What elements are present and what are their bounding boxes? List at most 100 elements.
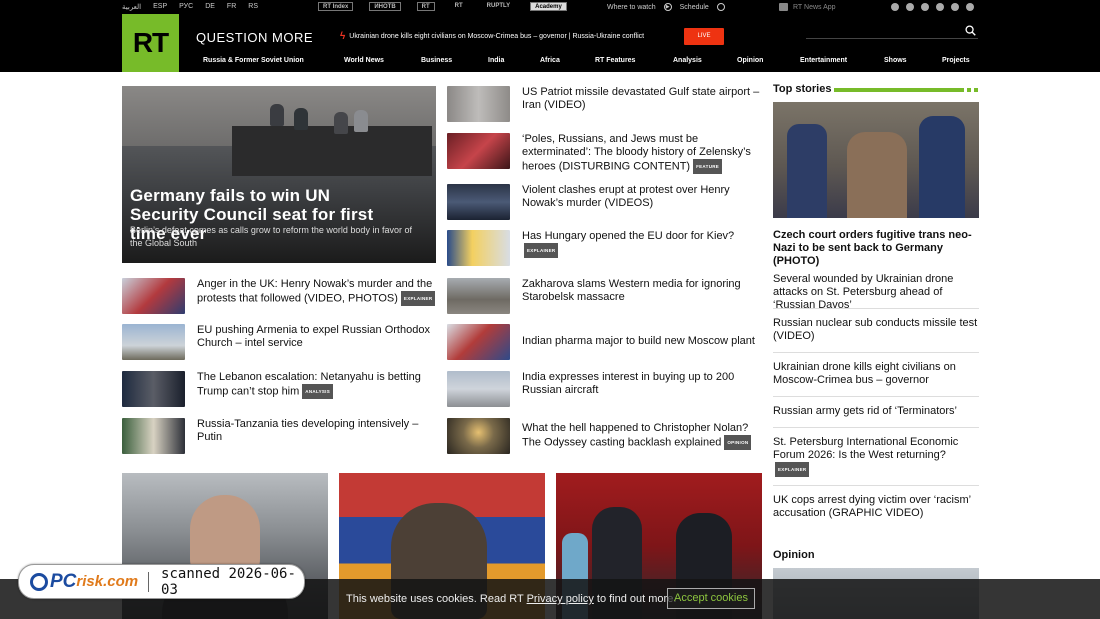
rt-logo[interactable]: RT	[122, 14, 179, 72]
brand-link[interactable]: RT	[416, 2, 435, 11]
list-item-title[interactable]: India expresses interest in buying up to…	[522, 371, 765, 407]
where-to-watch-link[interactable]: Where to watch	[607, 4, 656, 11]
brand-link[interactable]: RUPTLY	[483, 2, 514, 11]
list-item[interactable]: ‘Poles, Russians, and Jews must be exter…	[447, 133, 765, 174]
title-text[interactable]: Ukrainian drone kills eight civilians on…	[773, 361, 956, 386]
app-icon[interactable]	[779, 3, 788, 11]
title-text[interactable]: Zakharova slams Western media for ignori…	[522, 278, 741, 303]
list-item-title[interactable]: Indian pharma major to build new Moscow …	[522, 335, 755, 360]
ticker-text[interactable]: Ukrainian drone kills eight civilians on…	[349, 33, 644, 40]
odnoklassniki-icon[interactable]	[921, 3, 929, 11]
list-item-title[interactable]: ‘Poles, Russians, and Jews must be exter…	[522, 133, 765, 174]
lang-link[interactable]: ESP	[153, 3, 167, 11]
thumbnail[interactable]	[122, 278, 185, 314]
list-item-title[interactable]: Violent clashes erupt at protest over He…	[522, 184, 765, 220]
nav-russia[interactable]: Russia & Former Soviet Union	[203, 57, 304, 64]
thumbnail[interactable]	[447, 324, 510, 360]
list-item[interactable]: Zakharova slams Western media for ignori…	[447, 278, 765, 314]
list-item[interactable]: What the hell happened to Christopher No…	[447, 418, 765, 454]
list-item-title[interactable]: Zakharova slams Western media for ignori…	[522, 278, 765, 314]
nav-world-news[interactable]: World News	[344, 57, 384, 64]
list-item-title[interactable]: Anger in the UK: Henry Nowak’s murder an…	[197, 278, 436, 314]
app-link[interactable]: RT News App	[793, 4, 836, 11]
top-story-item[interactable]: UK cops arrest dying victim over ‘racism…	[773, 494, 979, 520]
thumbnail[interactable]	[447, 371, 510, 407]
list-item-title[interactable]: US Patriot missile devastated Gulf state…	[522, 86, 765, 122]
lang-link[interactable]: РУС	[179, 3, 193, 11]
title-text[interactable]: What the hell happened to Christopher No…	[522, 422, 748, 448]
list-item-title[interactable]: Has Hungary opened the EU door for Kiev?…	[522, 230, 734, 266]
lang-link[interactable]: RS	[248, 3, 258, 11]
nav-africa[interactable]: Africa	[540, 57, 560, 64]
thumbnail[interactable]	[122, 371, 185, 407]
nav-entertainment[interactable]: Entertainment	[800, 57, 847, 64]
nav-india[interactable]: India	[488, 57, 504, 64]
title-text[interactable]: Has Hungary opened the EU door for Kiev?	[522, 230, 734, 242]
nav-shows[interactable]: Shows	[884, 57, 907, 64]
thumbnail[interactable]	[447, 230, 510, 266]
search-input[interactable]	[806, 27, 978, 39]
list-item-title[interactable]: The Lebanon escalation: Netanyahu is bet…	[197, 371, 436, 407]
play-icon[interactable]: ▶	[663, 3, 672, 11]
nav-projects[interactable]: Projects	[942, 57, 970, 64]
list-item[interactable]: Violent clashes erupt at protest over He…	[447, 184, 765, 220]
title-text[interactable]: US Patriot missile devastated Gulf state…	[522, 86, 759, 111]
lang-link[interactable]: DE	[205, 3, 215, 11]
thumbnail[interactable]	[447, 278, 510, 314]
top-story-item[interactable]: Ukrainian drone kills eight civilians on…	[773, 361, 979, 387]
rutube-icon[interactable]	[966, 3, 974, 11]
brand-link[interactable]: RT	[451, 2, 467, 11]
title-text[interactable]: Anger in the UK: Henry Nowak’s murder an…	[197, 278, 432, 304]
lang-link[interactable]: FR	[227, 3, 236, 11]
thumbnail[interactable]	[447, 418, 510, 454]
nav-rt-features[interactable]: RT Features	[595, 57, 635, 64]
lang-link[interactable]: العربية	[122, 3, 141, 11]
thumbnail[interactable]	[122, 418, 185, 454]
schedule-link[interactable]: Schedule	[680, 4, 709, 11]
list-item[interactable]: Anger in the UK: Henry Nowak’s murder an…	[122, 278, 436, 314]
thumbnail[interactable]	[122, 324, 185, 360]
title-text[interactable]: Russia-Tanzania ties developing intensiv…	[197, 418, 418, 443]
list-item[interactable]: Has Hungary opened the EU door for Kiev?…	[447, 230, 765, 266]
nav-business[interactable]: Business	[421, 57, 452, 64]
title-text[interactable]: Russian nuclear sub conducts missile tes…	[773, 317, 977, 342]
rss-icon[interactable]	[906, 3, 914, 11]
brand-link[interactable]: Academy	[530, 2, 567, 11]
top-story-item[interactable]: St. Petersburg International Economic Fo…	[773, 436, 979, 477]
list-item[interactable]: Russia-Tanzania ties developing intensiv…	[122, 418, 436, 454]
thumbnail[interactable]	[447, 133, 510, 169]
title-text[interactable]: Violent clashes erupt at protest over He…	[522, 184, 730, 209]
title-text[interactable]: Several wounded by Ukrainian drone attac…	[773, 273, 953, 311]
top-story-image[interactable]	[773, 102, 979, 218]
thumbnail[interactable]	[447, 86, 510, 122]
list-item[interactable]: Indian pharma major to build new Moscow …	[447, 324, 765, 360]
top-story-title[interactable]: Czech court orders fugitive trans neo-Na…	[773, 229, 979, 268]
clock-icon[interactable]	[716, 3, 725, 11]
top-story-item[interactable]: Russian army gets rid of ‘Terminators’	[773, 405, 979, 418]
vk-icon[interactable]	[936, 3, 944, 11]
list-item[interactable]: The Lebanon escalation: Netanyahu is bet…	[122, 371, 436, 407]
thumbnail[interactable]	[447, 184, 510, 220]
top-story-item[interactable]: Russian nuclear sub conducts missile tes…	[773, 317, 979, 343]
accept-cookies-button[interactable]: Accept cookies	[667, 588, 755, 609]
list-item-title[interactable]: What the hell happened to Christopher No…	[522, 422, 765, 454]
title-text[interactable]: India expresses interest in buying up to…	[522, 371, 734, 396]
list-item[interactable]: US Patriot missile devastated Gulf state…	[447, 86, 765, 122]
hero-story[interactable]: Germany fails to win UN Security Council…	[122, 86, 436, 263]
search-icon[interactable]	[965, 25, 976, 36]
list-item[interactable]: EU pushing Armenia to expel Russian Orth…	[122, 324, 436, 360]
nav-opinion[interactable]: Opinion	[737, 57, 763, 64]
live-button[interactable]: LIVE	[684, 28, 724, 45]
news-ticker[interactable]: ϟ Ukrainian drone kills eight civilians …	[340, 31, 644, 42]
title-text[interactable]: UK cops arrest dying victim over ‘racism…	[773, 494, 971, 519]
title-text[interactable]: Indian pharma major to build new Moscow …	[522, 335, 755, 347]
facebook-icon[interactable]	[951, 3, 959, 11]
telegram-icon[interactable]	[891, 3, 899, 11]
list-item[interactable]: India expresses interest in buying up to…	[447, 371, 765, 407]
title-text[interactable]: EU pushing Armenia to expel Russian Orth…	[197, 324, 430, 349]
list-item-title[interactable]: EU pushing Armenia to expel Russian Orth…	[197, 324, 436, 360]
brand-link[interactable]: ИНОТВ	[369, 2, 401, 11]
title-text[interactable]: St. Petersburg International Economic Fo…	[773, 436, 958, 461]
list-item-title[interactable]: Russia-Tanzania ties developing intensiv…	[197, 418, 436, 454]
brand-link[interactable]: RT Index	[318, 2, 354, 11]
